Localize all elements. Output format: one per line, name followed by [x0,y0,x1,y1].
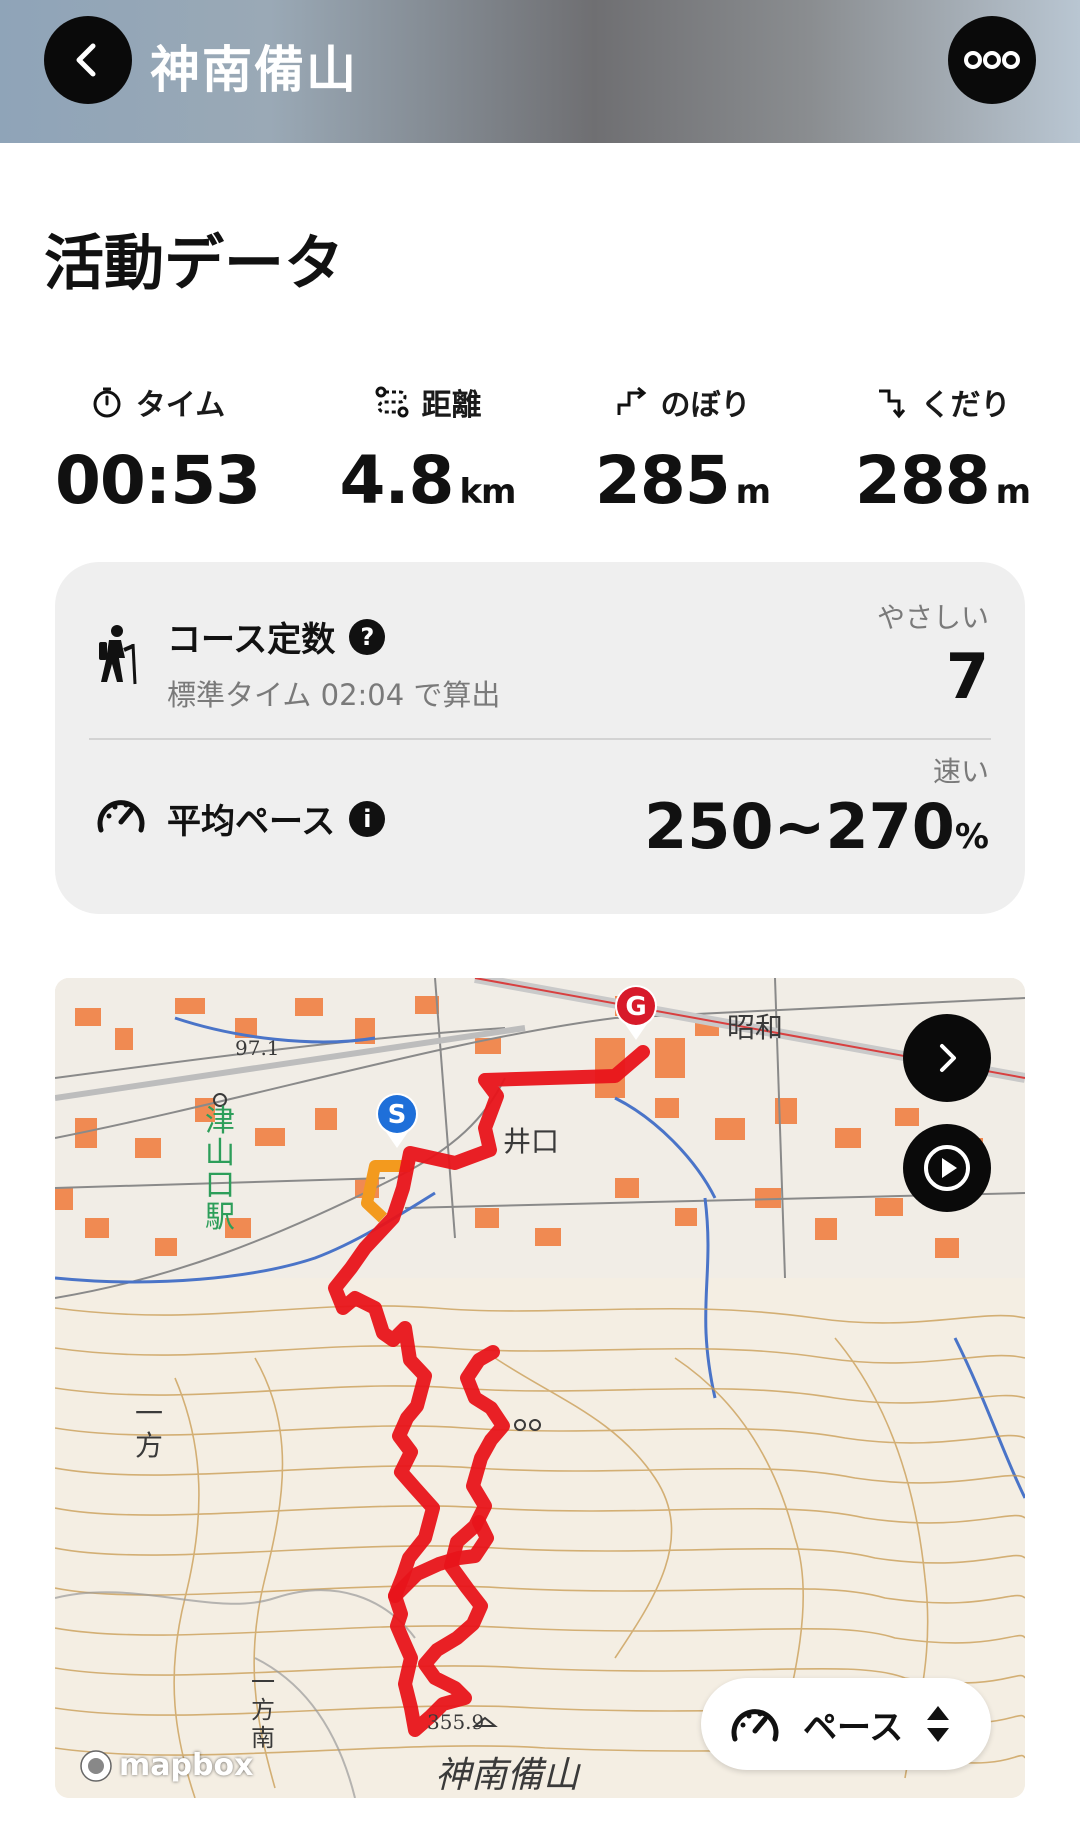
ascent-icon [617,386,646,415]
stat-label: のぼり [660,388,751,423]
area-label-ippo-south: 一方南 [251,1668,275,1752]
chevron-left-icon [76,43,96,77]
pace-selector-button[interactable]: ペース [701,1678,991,1770]
course-summary-card: コース定数 ? 標準タイム 02:04 で算出 やさしい 7 平均ペース i 速… [55,562,1025,914]
pace-rating: 速い [932,755,989,788]
section-title: 活動データ [44,229,344,299]
play-icon [924,1145,970,1191]
more-horizontal-icon [964,51,1020,69]
start-marker-icon[interactable]: S [372,1090,422,1150]
svg-text:S: S [388,1100,407,1130]
stat-label: タイム [135,388,226,423]
header-bar: 神南備山 [0,0,1080,143]
mapbox-logo: mapbox [79,1748,253,1783]
stat-value: 285 [594,442,731,519]
stat-unit: m [995,472,1031,512]
sort-arrows-icon [927,1706,950,1742]
map-background [55,978,1025,1798]
stat-distance: 距離 4.8 km [300,380,555,519]
stat-value: 00:53 [54,442,261,519]
course-constant-row[interactable]: コース定数 ? 標準タイム 02:04 で算出 やさしい 7 [55,562,1025,738]
route-icon [375,386,408,418]
help-icon[interactable]: ? [349,618,386,655]
course-constant-value: 7 [945,640,989,713]
info-icon[interactable]: i [349,800,386,837]
elevation-label-low: 97.1 [235,1036,280,1060]
stat-descent: くだり 288 m [815,380,1070,519]
map-next-button[interactable] [903,1014,991,1102]
pace-selector-label: ペース [803,1707,904,1748]
stat-value: 4.8 [339,442,455,519]
stat-time: タイム 00:53 [30,380,285,519]
chevron-right-icon [940,1044,956,1072]
pace-unit: % [954,817,989,857]
speedometer-icon [731,1709,779,1742]
stat-ascent: のぼり 285 m [555,380,810,519]
peak-label: 神南備山 [435,1755,580,1796]
more-button[interactable] [948,16,1036,104]
area-label-iguchi: 井口 [503,1125,560,1158]
stat-value: 288 [854,442,991,519]
average-pace-row[interactable]: 平均ペース i 速い 250~270% [55,740,1025,914]
course-constant-label: コース定数 [167,620,336,660]
hiker-icon [99,625,137,685]
course-standard-time: 標準タイム 02:04 で算出 [167,678,501,712]
stat-unit: km [459,472,516,512]
route-map[interactable]: 97.1 津 山 口 駅 井口 昭和 一方 一方南 355.9 神南備山 S G [55,978,1025,1798]
mapbox-logo-icon [80,1749,112,1782]
speedometer-icon [97,800,145,833]
area-label-showa: 昭和 [727,1011,784,1044]
activity-stats: タイム 00:53 距離 4.8 km のぼり 285 m くだり 288 m [30,380,1050,520]
stat-unit: m [735,472,771,512]
station-label: 津 山 口 駅 [205,1104,235,1235]
goal-marker-icon[interactable]: G [611,982,661,1042]
area-label-ippo: 一方 [135,1397,164,1462]
elevation-label-peak: 355.9 [427,1710,485,1734]
mapbox-attribution: mapbox [119,1748,254,1783]
page-title: 神南備山 [150,41,358,99]
back-button[interactable] [44,16,132,104]
average-pace-label: 平均ペース [167,802,336,842]
pace-value: 250~270 [644,790,955,863]
stat-label: くだり [920,388,1011,423]
map-play-button[interactable] [903,1124,991,1212]
svg-text:G: G [625,992,646,1022]
stat-label: 距離 [421,388,482,423]
descent-icon [878,389,905,419]
course-rating: やさしい [876,601,989,634]
stopwatch-icon [93,387,121,418]
